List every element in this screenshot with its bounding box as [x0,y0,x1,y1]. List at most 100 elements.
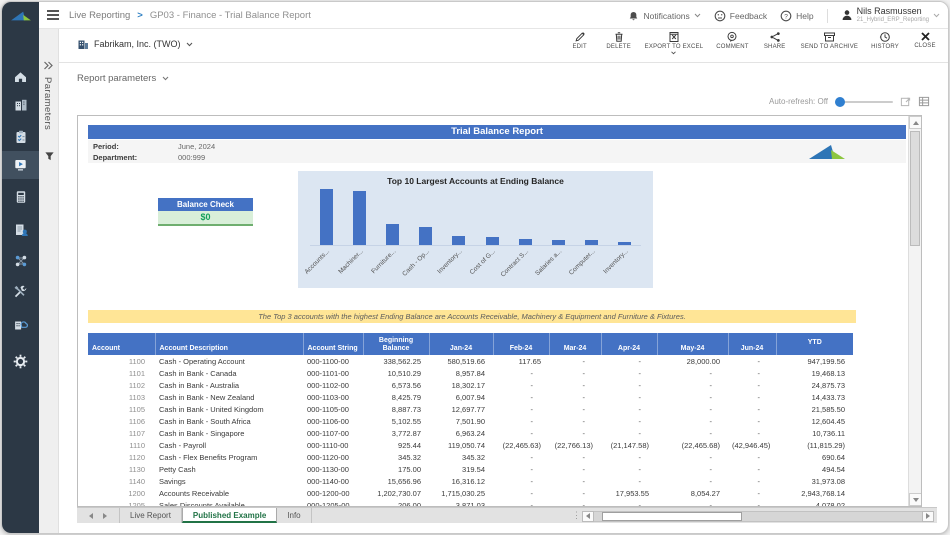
vertical-scroll-thumb[interactable] [910,131,920,246]
breadcrumb-root[interactable]: Live Reporting [69,10,130,21]
chart-bar [320,189,333,245]
chart-plot: Accounts...Machiner...Furniture...Cash -… [310,190,641,246]
sidebar-item-tasks[interactable] [2,123,39,151]
horizontal-scroll-thumb[interactable] [602,512,742,521]
cloud-integration-icon [12,316,29,332]
auto-refresh-control: Auto-refresh: Off [769,96,930,107]
sidebar-item-budgeting[interactable] [2,183,39,211]
sidebar-item-report-designer[interactable] [2,216,39,244]
chart-category-label: Contract S... [500,248,530,278]
edit-button[interactable]: EDIT [567,31,593,50]
sidebar-item-companies[interactable] [2,91,39,119]
table-header-row: AccountAccount DescriptionAccount String… [88,333,853,355]
help-icon: ? [780,10,792,22]
history-icon [879,31,891,43]
scroll-down-button[interactable] [909,493,922,506]
scroll-right-button[interactable] [922,511,934,522]
sidebar-item-settings[interactable] [2,347,39,375]
slider-knob[interactable] [835,97,845,107]
sidebar-item-cloud-integration[interactable] [2,310,39,338]
tab-list: Live ReportPublished ExampleInfo [120,508,312,523]
table-row: 1205Sales Discounts Available000-1205-00… [88,499,853,507]
sidebar-item-home[interactable] [2,63,39,91]
table-row: 1105Cash in Bank - United Kingdom000-110… [88,403,853,415]
chart-category-label: Salaries a... [534,248,563,277]
report-designer-icon [13,222,29,238]
menu-toggle-icon[interactable] [47,10,59,20]
splitter-handle[interactable]: ⋮ [572,510,581,521]
column-header-feb-24: Feb-24 [493,333,549,355]
sidebar-item-report-viewer[interactable] [2,151,39,179]
chart-category-label: Inventory... [437,248,464,275]
tab-live-report[interactable]: Live Report [120,508,182,523]
chart-bar-group: Cost of G... [475,190,508,245]
chart-bar [386,224,399,245]
share-icon [769,31,781,43]
chart-category-label: Furniture... [371,248,398,275]
send-to-archive-button[interactable]: SEND TO ARCHIVE [801,31,858,50]
chart-category-label: Inventory... [602,248,629,275]
help-button[interactable]: ? Help [780,10,813,22]
column-header-ytd: YTD [776,333,853,355]
context-bar: Fabrikam, Inc. (TWO) EDIT DELETE EXPORT TO… [59,29,949,63]
column-header-jan-24: Jan-24 [429,333,493,355]
vertical-scrollbar[interactable] [908,116,921,506]
scroll-up-button[interactable] [909,116,922,129]
chart-bar-group: Inventory... [608,190,641,245]
comment-button[interactable]: COMMENT [716,31,748,50]
budgeting-icon [13,189,29,205]
scroll-left-button[interactable] [582,511,594,522]
sidebar-item-admin-tools[interactable] [2,278,39,306]
history-button[interactable]: HISTORY [871,31,899,50]
column-header-apr-24: Apr-24 [601,333,657,355]
feedback-face-icon [714,10,726,22]
horizontal-scrollbar[interactable] [582,511,934,522]
report-title: Trial Balance Report [88,125,906,139]
close-button[interactable]: CLOSE [912,31,938,49]
report-parameters-toggle[interactable]: Report parameters [77,73,169,84]
balance-check-widget: Balance Check $0 [158,198,253,226]
notifications-button[interactable]: Notifications [628,10,700,22]
chart-bar-group: Computer... [575,190,608,245]
chart-category-label: Accounts... [304,248,332,276]
auto-refresh-label: Auto-refresh: Off [769,97,828,106]
tasks-icon [13,129,29,145]
comment-icon [726,31,738,43]
filter-icon [44,151,55,162]
share-button[interactable]: SHARE [762,31,788,50]
top-accounts-chart: Top 10 Largest Accounts at Ending Balanc… [298,171,653,288]
app-window: Live Reporting > GP03 - Finance - Trial … [1,1,949,534]
tab-published-example[interactable]: Published Example [182,508,277,523]
app-logo[interactable] [2,2,39,29]
popout-icon[interactable] [900,96,911,107]
report-brand-logo [806,141,848,161]
bell-icon [628,10,639,22]
chart-bar [452,236,465,245]
feedback-button[interactable]: Feedback [714,10,767,22]
delete-button[interactable]: DELETE [606,31,632,50]
expand-chevrons-icon[interactable] [43,61,54,70]
sidebar-item-workflow[interactable] [2,247,39,275]
export-to-excel-button[interactable]: EXPORT TO EXCEL [645,31,704,55]
tab-nav [77,508,120,523]
insight-note: The Top 3 accounts with the highest Endi… [88,310,856,323]
tab-prev-icon[interactable] [89,513,93,519]
parameters-panel-collapsed[interactable]: Parameters [39,29,59,534]
edit-icon [574,31,586,43]
user-menu[interactable]: Nils Rasmussen 21_Hybrid_ERP_Reporting [841,7,940,23]
tab-info[interactable]: Info [277,508,311,523]
auto-refresh-slider[interactable] [835,97,893,107]
tab-next-icon[interactable] [103,513,107,519]
table-view-icon[interactable] [918,96,930,107]
action-toolbar: EDIT DELETE EXPORT TO EXCEL COMMENT SHARE SEN… [567,31,938,55]
breadcrumb-separator: > [137,10,143,21]
table-row: 1102Cash in Bank - Australia000-1102-006… [88,379,853,391]
period-value: June, 2024 [178,142,215,151]
svg-text:?: ? [784,13,788,20]
close-icon [920,31,931,42]
topbar-actions: Notifications Feedback ? Help [628,2,940,29]
column-header-mar-24: Mar-24 [549,333,601,355]
companies-icon [13,97,29,113]
company-selector[interactable]: Fabrikam, Inc. (TWO) [77,38,193,50]
chart-category-label: Computer... [568,248,597,277]
